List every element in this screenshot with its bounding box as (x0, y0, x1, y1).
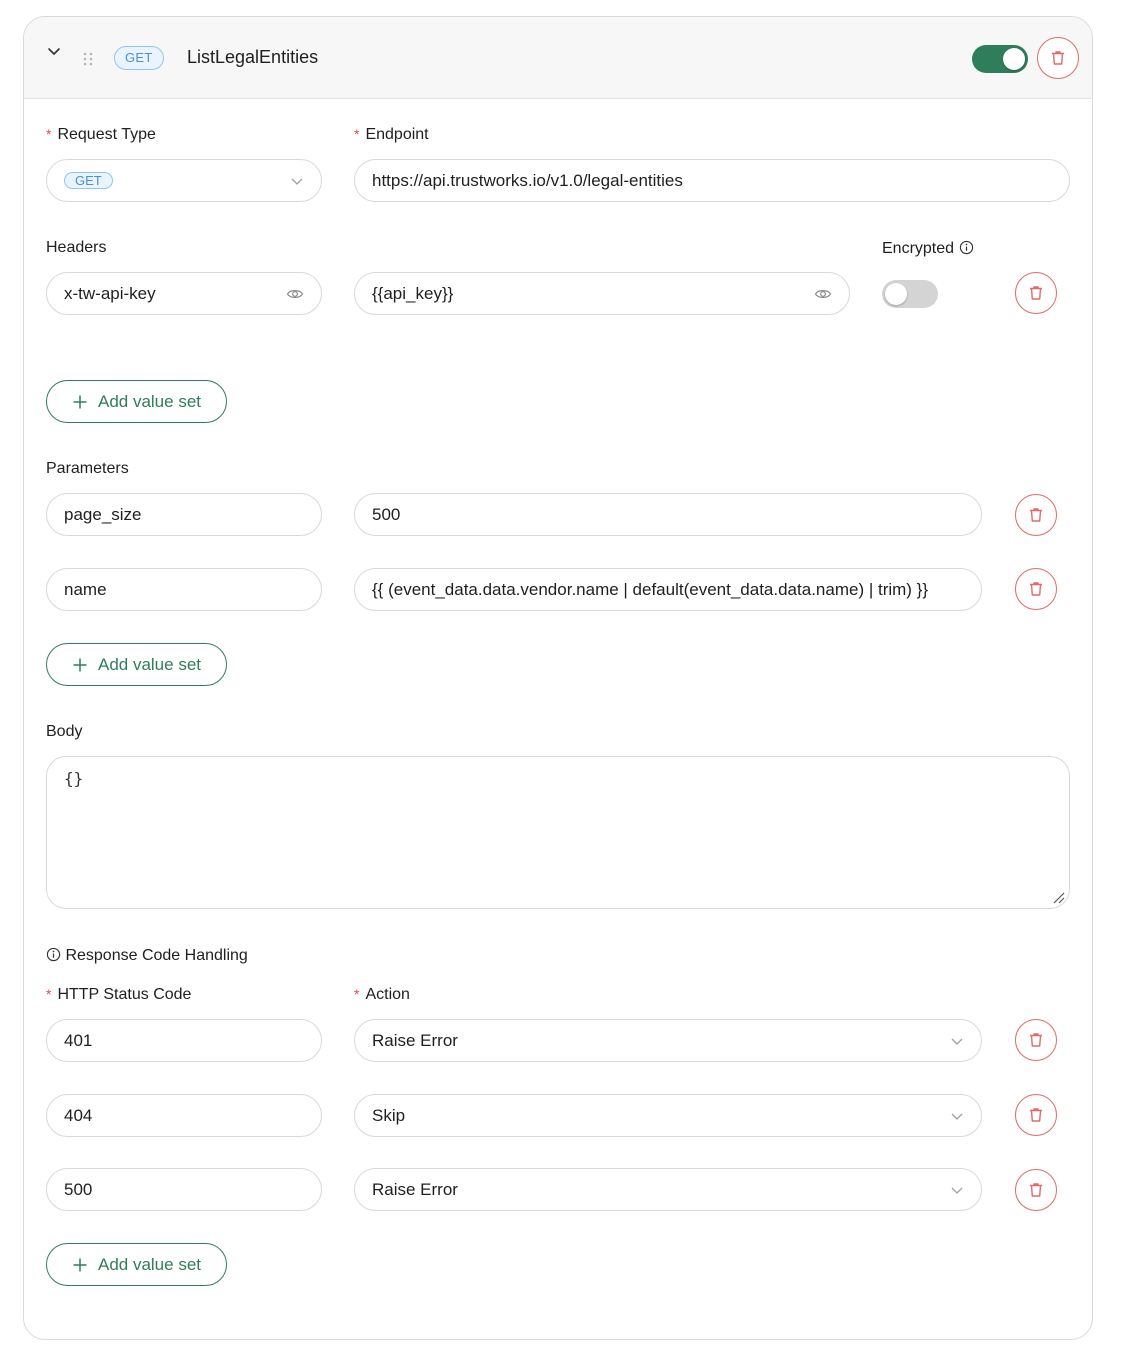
status-code-input[interactable]: 500 (46, 1168, 322, 1211)
encrypted-toggle[interactable] (882, 280, 938, 308)
resize-handle-icon[interactable] (1051, 890, 1065, 904)
info-icon (46, 947, 61, 962)
response-handling-label: Response Code Handling (46, 947, 248, 965)
encrypted-label: Encrypted (882, 240, 974, 258)
chevron-down-icon[interactable] (46, 43, 62, 59)
trash-icon (1052, 51, 1064, 65)
plus-icon (73, 1258, 87, 1271)
chevron-down-icon (951, 1187, 963, 1194)
eye-icon[interactable] (814, 285, 832, 303)
status-code-input[interactable]: 404 (46, 1094, 322, 1137)
parameters-label: Parameters (46, 460, 129, 477)
enable-toggle[interactable] (972, 45, 1028, 73)
endpoint-input[interactable]: https://api.trustworks.io/v1.0/legal-ent… (354, 159, 1070, 202)
delete-parameter-button[interactable] (1015, 568, 1057, 610)
chevron-down-icon (291, 178, 303, 185)
trash-icon (1030, 508, 1042, 522)
trash-icon (1030, 286, 1042, 300)
step-title: ListLegalEntities (187, 47, 319, 67)
request-config-card: GET ListLegalEntities * Request Type * End… (23, 16, 1093, 1340)
header-value-input[interactable]: {{api_key}} (354, 272, 850, 315)
trash-icon (1030, 1183, 1042, 1197)
parameter-value-input[interactable]: 500 (354, 493, 982, 536)
delete-parameter-button[interactable] (1015, 494, 1057, 536)
chevron-down-icon (951, 1113, 963, 1120)
info-icon (959, 240, 973, 255)
plus-icon (73, 658, 87, 671)
action-select[interactable]: Raise Error (354, 1019, 982, 1062)
parameter-key-input[interactable]: page_size (46, 493, 322, 536)
add-response-button[interactable]: Add value set (46, 1243, 227, 1286)
trash-icon (1030, 1033, 1042, 1047)
body-textarea[interactable]: {} (46, 756, 1070, 909)
trash-icon (1030, 582, 1042, 596)
trash-icon (1030, 1108, 1042, 1122)
delete-header-button[interactable] (1015, 272, 1057, 314)
chevron-down-icon (951, 1038, 963, 1045)
request-type-badge: GET (64, 171, 113, 189)
drag-handle-icon[interactable] (82, 51, 94, 67)
delete-response-button[interactable] (1015, 1019, 1057, 1061)
headers-label: Headers (46, 239, 107, 256)
card-header: GET ListLegalEntities (24, 17, 1092, 99)
parameter-value-input[interactable]: {{ (event_data.data.vendor.name | defaul… (354, 568, 982, 611)
request-type-select[interactable]: GET (46, 159, 322, 202)
body-label: Body (46, 723, 83, 740)
add-parameter-button[interactable]: Add value set (46, 643, 227, 686)
endpoint-label: * Endpoint (354, 126, 429, 143)
delete-response-button[interactable] (1015, 1169, 1057, 1211)
delete-step-button[interactable] (1037, 37, 1079, 79)
parameter-key-input[interactable]: name (46, 568, 322, 611)
action-select[interactable]: Skip (354, 1094, 982, 1137)
delete-response-button[interactable] (1015, 1094, 1057, 1136)
action-select[interactable]: Raise Error (354, 1168, 982, 1211)
status-code-input[interactable]: 401 (46, 1019, 322, 1062)
add-header-button[interactable]: Add value set (46, 380, 227, 423)
status-code-label: * HTTP Status Code (46, 986, 192, 1003)
method-badge: GET (114, 46, 164, 70)
action-label: * Action (354, 986, 410, 1003)
plus-icon (73, 395, 87, 408)
eye-icon[interactable] (286, 285, 304, 303)
header-key-input[interactable]: x-tw-api-key (46, 272, 322, 315)
request-type-label: * Request Type (46, 126, 156, 143)
